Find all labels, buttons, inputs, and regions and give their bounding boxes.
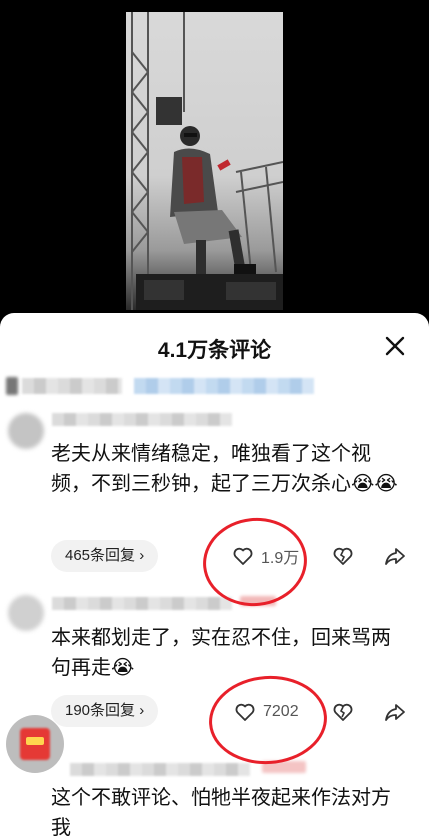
video-scene (131, 12, 283, 310)
share-arrow-icon[interactable] (383, 544, 407, 568)
performer (170, 126, 256, 284)
comment-count-title: 4.1万条评论 (157, 339, 272, 362)
broken-heart-icon[interactable] (331, 700, 355, 724)
share-arrow-icon[interactable] (383, 700, 407, 724)
video-frame[interactable] (126, 12, 283, 310)
like-button[interactable]: 1.9万 (231, 540, 299, 572)
like-count: 1.9万 (261, 550, 300, 567)
comment-sheet: 4.1万条评论 老夫从来情绪稳定，唯独看了这个视频，不到三秒钟，起了三万次杀心😭… (0, 313, 429, 837)
floating-red-packet-badge[interactable] (6, 715, 64, 773)
heart-outline-icon (233, 547, 253, 565)
username-redacted (52, 597, 232, 610)
close-icon[interactable] (381, 332, 409, 360)
comment-text: 本来都划走了，实在忍不住，回来骂两句再走😭 (51, 627, 391, 679)
reply-count-button[interactable]: 190条回复 › (51, 695, 159, 727)
like-button[interactable]: 7202 (233, 696, 299, 728)
username-redacted (70, 763, 250, 776)
avatar[interactable] (8, 413, 44, 449)
speaker (156, 97, 182, 125)
comment-text: 这个不敢评论、怕牠半夜起来作法对方我 (51, 787, 391, 837)
username-redacted (52, 413, 232, 426)
heart-outline-icon (235, 703, 255, 721)
video-player[interactable] (0, 0, 429, 318)
like-count: 7202 (263, 703, 299, 720)
avatar[interactable] (8, 595, 44, 631)
reply-count-button[interactable]: 465条回复 › (51, 540, 159, 572)
broken-heart-icon[interactable] (331, 544, 355, 568)
comment-text: 老夫从来情绪稳定，唯独看了这个视频，不到三秒钟，起了三万次杀心😭😭 (51, 443, 398, 495)
